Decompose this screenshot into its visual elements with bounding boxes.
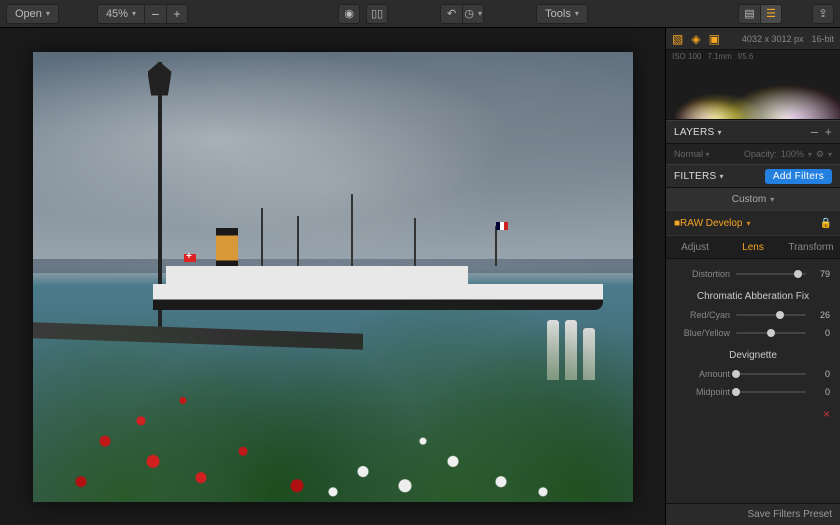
chevron-down-icon: ▾ — [719, 172, 723, 181]
history-button[interactable]: ◷▾ — [462, 4, 484, 24]
midpoint-row: Midpoint 0 — [676, 387, 830, 397]
zoom-value: 45% — [106, 8, 128, 20]
main-area: ▧ ◈ ▣ 4032 x 3012 px 16-bit ISO 100 7.1m… — [0, 28, 840, 525]
tools-dropdown[interactable]: Tools ▾ — [536, 4, 588, 24]
layers-header[interactable]: LAYERS ▾ − + — [666, 120, 840, 144]
chevron-down-icon: ▾ — [706, 150, 710, 159]
tab-transform[interactable]: Transform — [782, 236, 840, 258]
chevron-down-icon: ▾ — [718, 128, 722, 137]
panel-footer: Save Filters Preset — [666, 503, 840, 525]
distortion-slider[interactable] — [736, 269, 806, 279]
tools-label: Tools — [545, 8, 571, 20]
open-button[interactable]: Open ▾ — [6, 4, 59, 24]
caf-heading: Chromatic Abberation Fix — [676, 291, 830, 302]
zoom-group: 45% ▾ − + — [97, 4, 188, 24]
tab-lens[interactable]: Lens — [724, 236, 782, 258]
zoom-out-button[interactable]: − — [144, 4, 166, 24]
histogram-icon[interactable]: ▧ — [672, 32, 683, 46]
raw-develop-title: RAW Develop — [680, 218, 742, 229]
midpoint-value: 0 — [812, 387, 830, 397]
amount-slider[interactable] — [736, 369, 806, 379]
midpoint-label: Midpoint — [676, 387, 730, 397]
preset-label: Custom — [732, 194, 766, 205]
blend-mode-dropdown[interactable]: Normal ▾ — [674, 149, 710, 159]
opacity-label: Opacity: — [744, 149, 777, 159]
chevron-down-icon: ▾ — [575, 9, 579, 18]
history-group: ↶ ◷▾ — [440, 4, 484, 24]
side-panel: ▧ ◈ ▣ 4032 x 3012 px 16-bit ISO 100 7.1m… — [665, 28, 840, 525]
amount-row: Amount 0 — [676, 369, 830, 379]
image-dimensions: 4032 x 3012 px — [742, 34, 804, 44]
eye-icon: ◉ — [344, 7, 354, 20]
distortion-label: Distortion — [676, 269, 730, 279]
open-label: Open — [15, 8, 42, 20]
presets-panel-button[interactable]: ▤ — [738, 4, 760, 24]
opacity-value[interactable]: 100% — [781, 149, 804, 159]
gear-icon[interactable]: ⚙ — [816, 149, 824, 160]
share-icon: ⇪ — [818, 7, 827, 20]
red-cyan-label: Red/Cyan — [676, 310, 730, 320]
layers-icon[interactable]: ◈ — [691, 32, 700, 46]
zoom-dropdown[interactable]: 45% ▾ — [97, 4, 144, 24]
export-button[interactable]: ⇪ — [812, 4, 834, 24]
add-filters-button[interactable]: Add Filters — [765, 169, 832, 184]
filters-title: FILTERS — [674, 171, 716, 182]
lens-controls: Distortion 79 Chromatic Abberation Fix R… — [666, 259, 840, 403]
tab-adjust[interactable]: Adjust — [666, 236, 724, 258]
layers-title: LAYERS — [674, 127, 715, 138]
clock-icon: ◷ — [464, 7, 474, 20]
devignette-heading: Devignette — [676, 350, 830, 361]
zoom-in-button[interactable]: + — [166, 4, 188, 24]
blue-yellow-row: Blue/Yellow 0 — [676, 328, 830, 338]
undo-button[interactable]: ↶ — [440, 4, 462, 24]
lock-icon[interactable]: 🔒 — [820, 218, 832, 229]
chevron-down-icon: ▾ — [132, 9, 136, 18]
chevron-down-icon: ▾ — [770, 195, 774, 204]
chevron-down-icon: ▾ — [478, 9, 482, 18]
preview-button[interactable]: ◉ — [338, 4, 360, 24]
raw-develop-header[interactable]: ■ RAW Develop ▾ 🔒 — [666, 211, 840, 235]
photo-preview — [33, 52, 633, 502]
sliders-panel-button[interactable]: ☰ — [760, 4, 782, 24]
canvas-area[interactable] — [0, 28, 665, 525]
grid-icon: ▤ — [744, 7, 754, 20]
red-cyan-value: 26 — [812, 310, 830, 320]
add-layer-button[interactable]: + — [825, 125, 832, 139]
histogram[interactable]: ISO 100 7.1mm f/5.6 — [666, 50, 840, 120]
compare-icon: ▯▯ — [371, 7, 383, 20]
amount-label: Amount — [676, 369, 730, 379]
chevron-down-icon: ▾ — [828, 150, 832, 159]
top-toolbar: Open ▾ 45% ▾ − + ◉ ▯▯ ↶ ◷▾ Tools ▾ ▤ ☰ ⇪ — [0, 0, 840, 28]
save-filters-preset-button[interactable]: Save Filters Preset — [748, 509, 832, 520]
remove-filter-button[interactable]: × — [666, 403, 840, 425]
chevron-down-icon: ▾ — [808, 150, 812, 159]
amount-value: 0 — [812, 369, 830, 379]
remove-layer-button[interactable]: − — [810, 127, 818, 137]
compare-button[interactable]: ▯▯ — [366, 4, 388, 24]
filters-header[interactable]: FILTERS ▾ Add Filters — [666, 164, 840, 188]
layer-blend-row: Normal ▾ Opacity: 100% ▾ ⚙ ▾ — [666, 144, 840, 164]
blue-yellow-label: Blue/Yellow — [676, 328, 730, 338]
image-bit-depth: 16-bit — [811, 34, 834, 44]
preset-dropdown[interactable]: Custom ▾ — [666, 188, 840, 210]
undo-icon: ↶ — [447, 7, 456, 20]
raw-develop-tabs: Adjust Lens Transform — [666, 235, 840, 259]
distortion-value: 79 — [812, 269, 830, 279]
red-cyan-row: Red/Cyan 26 — [676, 310, 830, 320]
panel-mode-group: ▤ ☰ — [738, 4, 782, 24]
chevron-down-icon: ▾ — [46, 9, 50, 18]
blue-yellow-slider[interactable] — [736, 328, 806, 338]
distortion-row: Distortion 79 — [676, 269, 830, 279]
raw-develop-block: ■ RAW Develop ▾ 🔒 Adjust Lens Transform … — [666, 210, 840, 425]
chevron-down-icon: ▾ — [746, 219, 750, 228]
panel-top-icons: ▧ ◈ ▣ 4032 x 3012 px 16-bit — [666, 28, 840, 50]
blue-yellow-value: 0 — [812, 328, 830, 338]
info-icon[interactable]: ▣ — [709, 32, 720, 46]
midpoint-slider[interactable] — [736, 387, 806, 397]
sliders-icon: ☰ — [766, 7, 776, 20]
red-cyan-slider[interactable] — [736, 310, 806, 320]
